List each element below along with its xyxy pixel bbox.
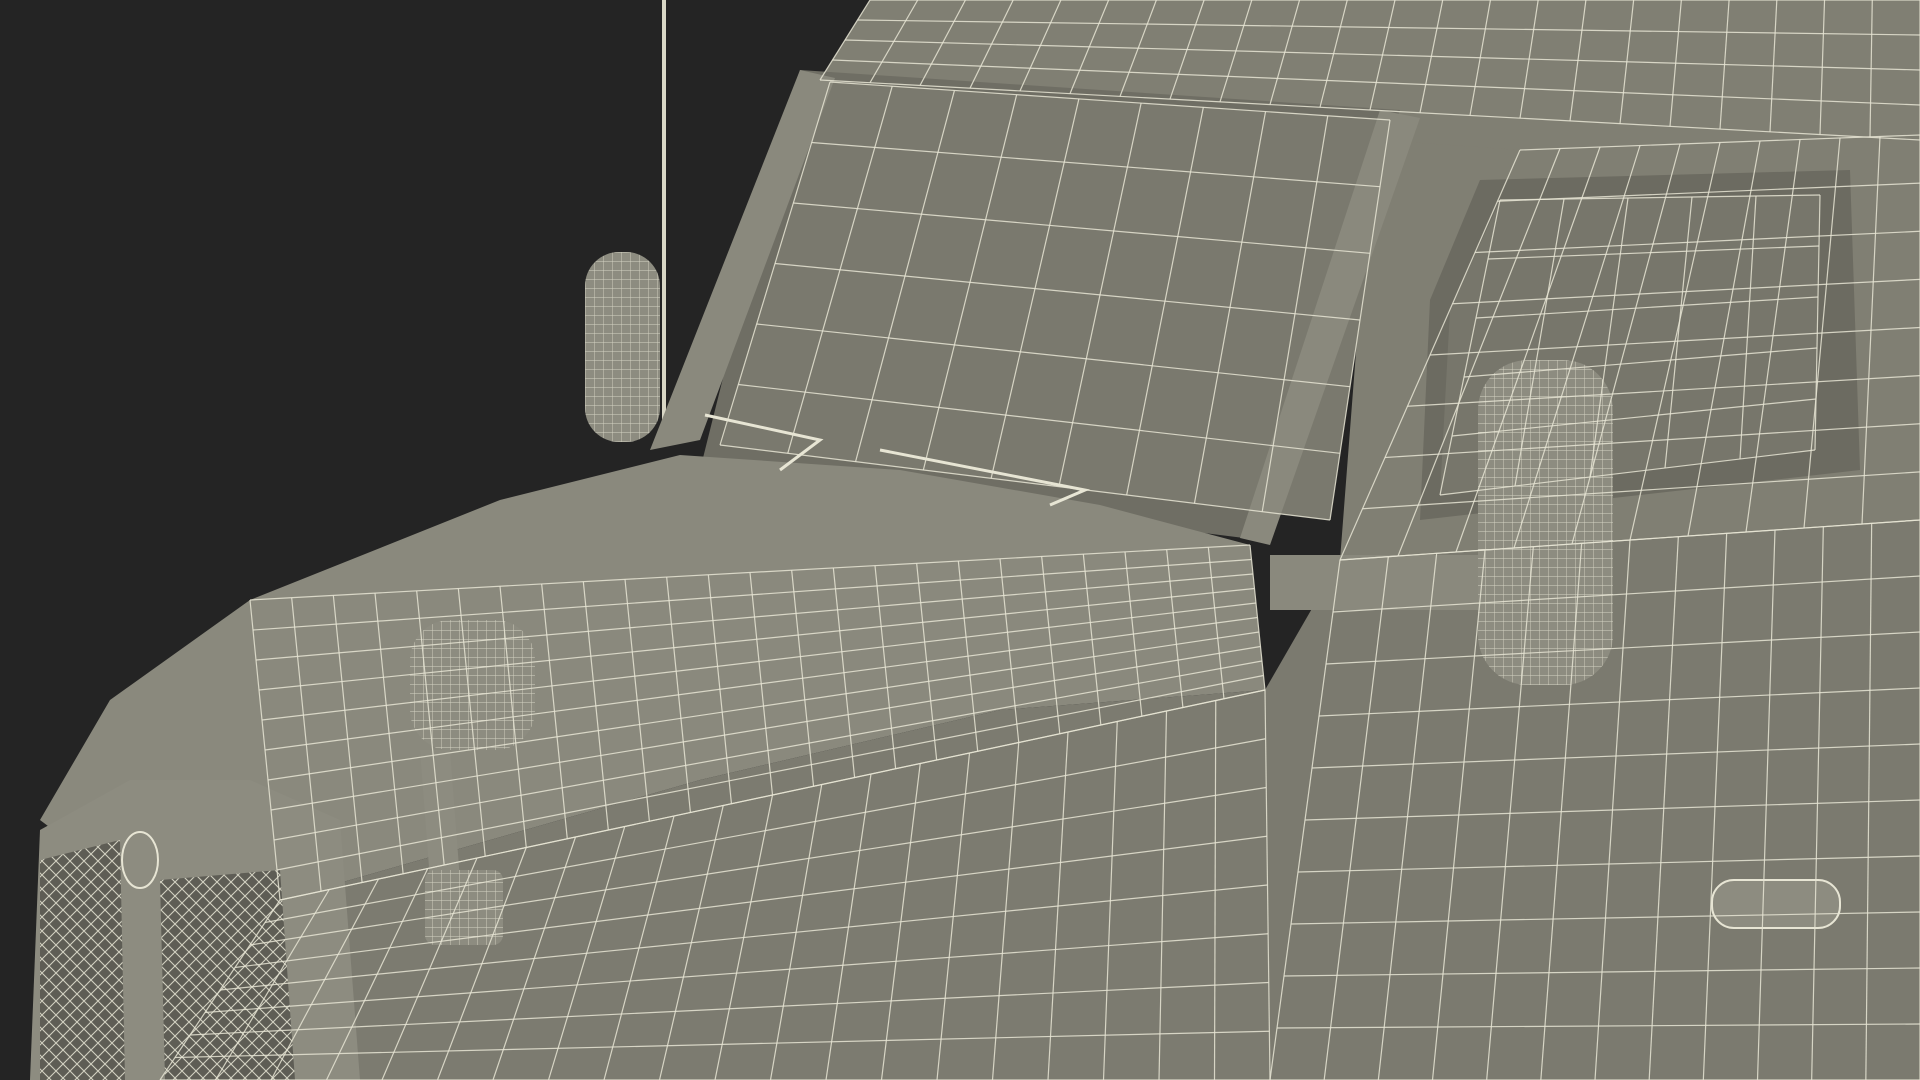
- truck-wireframe-render: [0, 0, 1920, 1080]
- right-mirror-mesh: [1478, 360, 1613, 685]
- door-handle: [1711, 879, 1841, 929]
- hood-emblem: [121, 831, 159, 889]
- grille-left-mesh: [40, 840, 125, 1080]
- grille-right-mesh: [160, 870, 295, 1080]
- 3d-viewport[interactable]: [0, 0, 1920, 1080]
- left-mirror-mesh: [585, 252, 660, 442]
